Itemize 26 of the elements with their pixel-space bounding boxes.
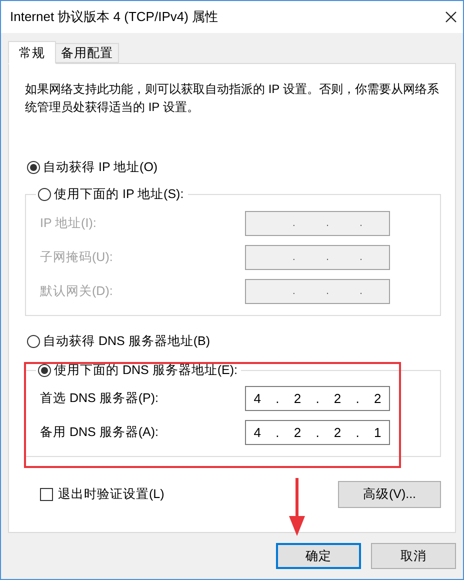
field-label: 首选 DNS 服务器(P):	[40, 390, 158, 408]
field-label: 默认网关(D):	[40, 283, 113, 300]
arrow-icon	[288, 478, 306, 536]
radio-option[interactable]: 自动获得 DNS 服务器地址(B)	[27, 331, 439, 351]
radio-option[interactable]: 自动获得 IP 地址(O)	[27, 157, 439, 177]
close-icon[interactable]	[445, 11, 457, 23]
dialog-button[interactable]: 取消	[371, 543, 456, 569]
radio-button[interactable]	[38, 188, 51, 200]
window-title: Internet 协议版本 4 (TCP/IPv4) 属性	[10, 8, 218, 26]
dialog-button[interactable]: 确定	[276, 543, 361, 569]
ip-address-field[interactable]: 4 . 2 . 2 . 1	[245, 420, 390, 445]
validate-checkbox[interactable]: 退出时验证设置(L)	[40, 485, 164, 504]
tab[interactable]: 常规	[8, 41, 56, 64]
field-label: 备用 DNS 服务器(A):	[40, 424, 158, 442]
field-label: IP 地址(I):	[40, 215, 96, 232]
radio-option[interactable]: 使用下面的 IP 地址(S):	[38, 184, 184, 204]
ip-address-field[interactable]: 4 . 2 . 2 . 2	[245, 386, 390, 411]
radio-button[interactable]	[38, 364, 51, 376]
radio-button[interactable]	[27, 334, 40, 348]
advanced-button[interactable]: 高级(V)...	[338, 481, 441, 508]
description-text: 如果网络支持此功能，则可以获取自动指派的 IP 设置。否则，你需要从网络系统管理员处获得适当的 IP 设置。	[25, 81, 440, 116]
field-label: 子网掩码(U):	[40, 249, 113, 266]
radio-option[interactable]: 使用下面的 DNS 服务器地址(E):	[38, 360, 238, 380]
tab[interactable]: 备用配置	[56, 43, 119, 63]
radio-button[interactable]	[27, 160, 40, 174]
checkbox[interactable]	[40, 488, 53, 501]
